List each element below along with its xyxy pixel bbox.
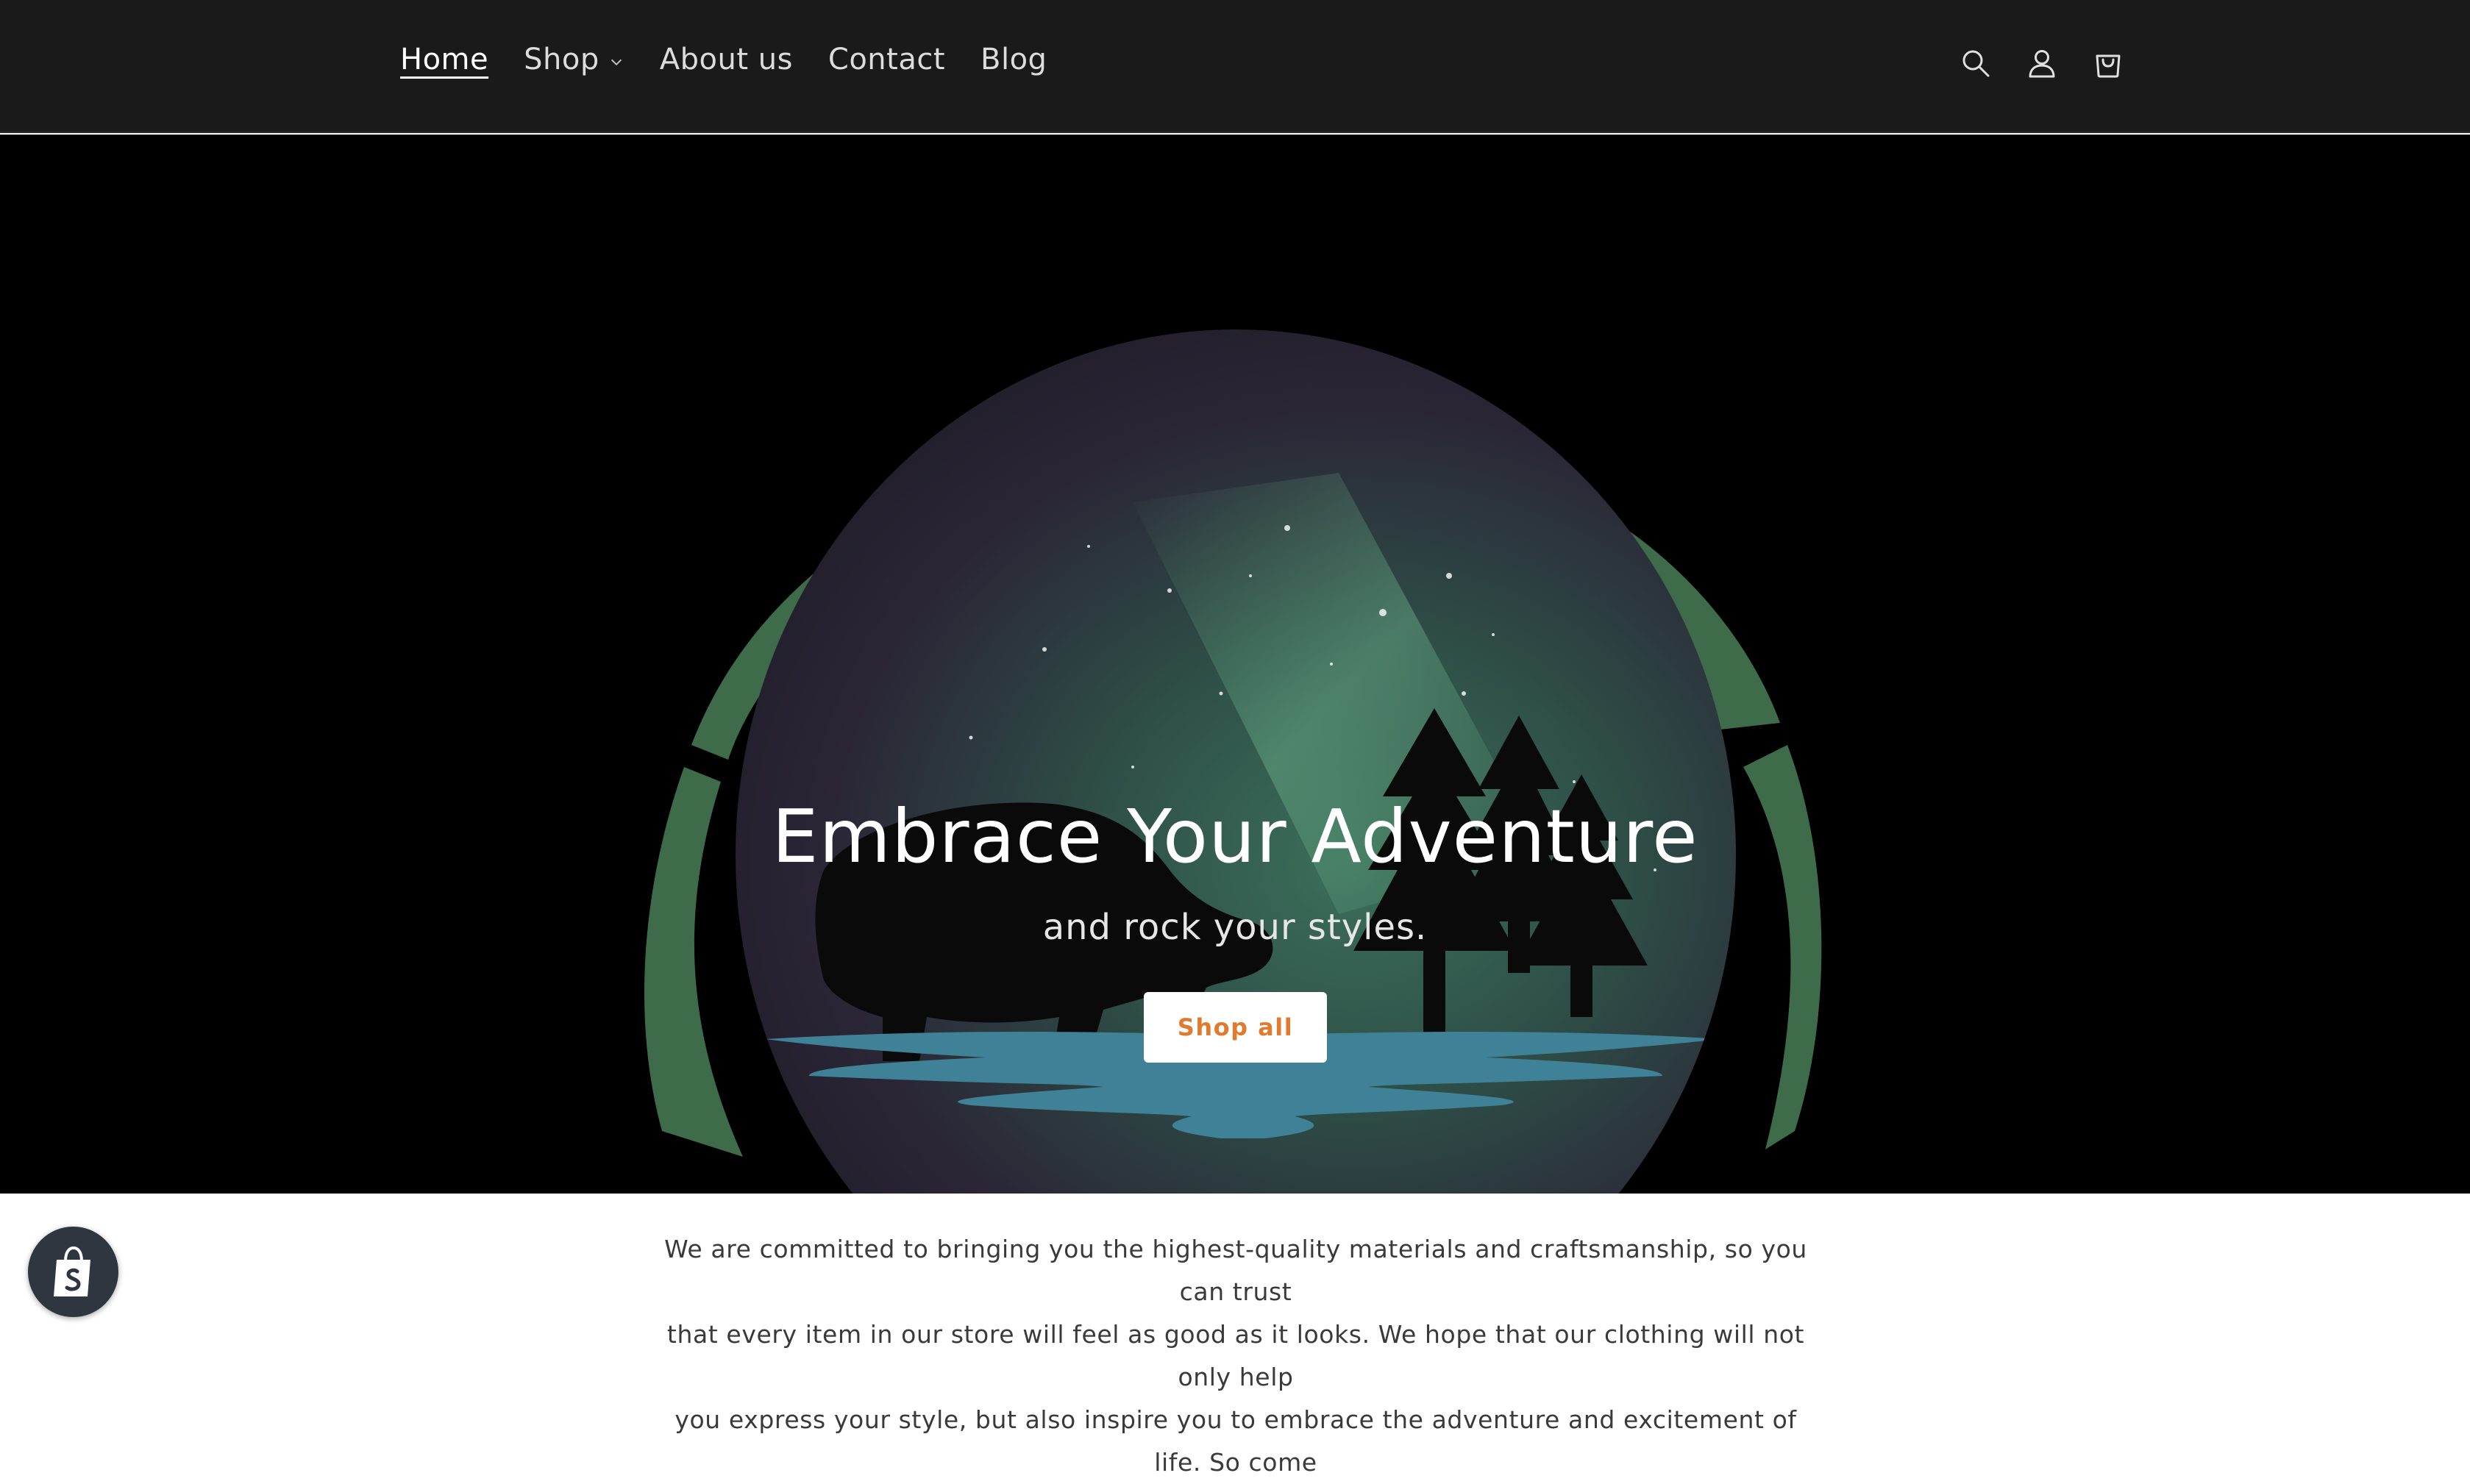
header-actions [1960,47,2124,79]
search-icon[interactable] [1960,47,1992,79]
nav-item-shop[interactable]: Shop [524,43,624,76]
nav-item-label: About us [659,43,793,76]
nav-item-label: Contact [828,43,946,76]
site-header: Home Shop About us Contact Blog [0,0,2470,133]
nav-item-blog[interactable]: Blog [980,43,1047,76]
nav-item-contact[interactable]: Contact [828,43,945,76]
chevron-down-icon [611,59,622,66]
intro-line: you express your style, but also inspire… [675,1405,1797,1477]
nav-item-label: Home [400,43,489,76]
cart-icon[interactable] [2092,47,2124,79]
account-icon[interactable] [2026,47,2058,79]
intro-line: We are committed to bringing you the hig… [664,1235,1807,1306]
nav-item-label: Blog [980,43,1047,76]
hero-banner: Embrace Your Adventure and rock your sty… [0,135,2470,1194]
shopify-bag-icon [53,1246,90,1296]
shopify-badge-button[interactable] [28,1227,118,1317]
hero-subtitle: and rock your styles. [1042,907,1428,948]
shop-all-button[interactable]: Shop all [1144,992,1327,1063]
nav-item-about[interactable]: About us [660,43,793,76]
hero-title: Embrace Your Adventure [772,793,1698,880]
main-nav: Home Shop About us Contact Blog [400,43,1047,76]
intro-line: that every item in our store will feel a… [666,1320,1805,1391]
nav-item-home[interactable]: Home [400,43,488,76]
intro-text: We are committed to bringing you the hig… [647,1228,1824,1484]
nav-item-label: Shop [524,43,599,76]
